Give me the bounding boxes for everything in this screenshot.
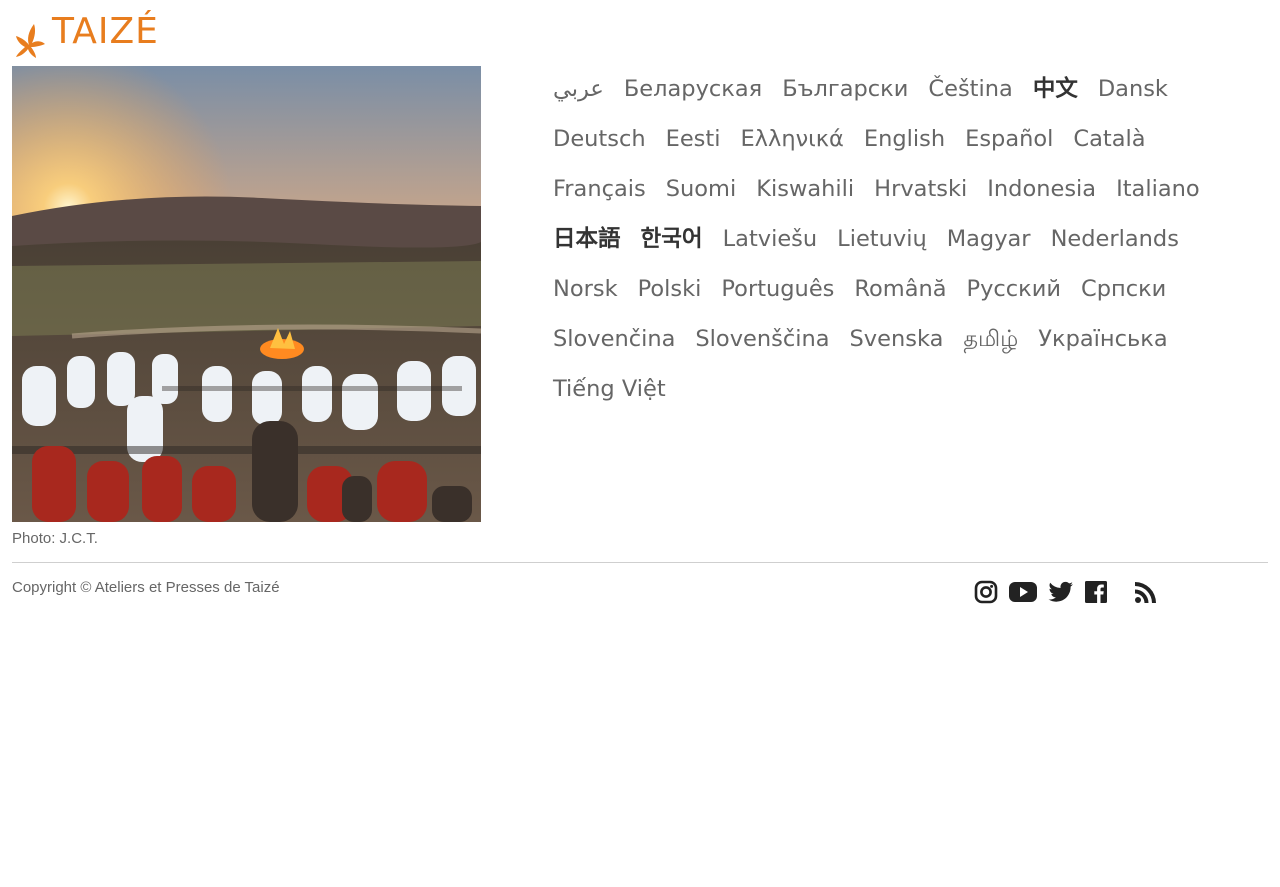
facebook-link[interactable]	[1084, 580, 1108, 604]
language-link[interactable]: Slovenčina	[553, 314, 675, 364]
language-link[interactable]: Română	[854, 264, 946, 314]
language-link[interactable]: Polski	[638, 264, 702, 314]
language-link[interactable]: Čeština	[928, 64, 1012, 114]
language-link[interactable]: Slovenščina	[695, 314, 829, 364]
language-link[interactable]: English	[864, 114, 945, 164]
taize-logo-link[interactable]: TAIZÉ	[12, 10, 159, 58]
social-links	[974, 580, 1168, 604]
language-link[interactable]: Nederlands	[1051, 214, 1179, 264]
rss-link[interactable]	[1134, 580, 1158, 604]
language-link[interactable]: Беларуская	[624, 64, 762, 114]
youtube-link[interactable]	[1008, 580, 1038, 604]
footer-divider	[12, 562, 1268, 563]
language-link[interactable]: Eesti	[666, 114, 721, 164]
language-list: عربي Беларуская Български Čeština 中文 Dan…	[553, 64, 1273, 414]
twitter-icon	[1048, 581, 1073, 602]
language-link[interactable]: Српски	[1081, 264, 1166, 314]
language-link[interactable]: Português	[721, 264, 834, 314]
language-link[interactable]: Deutsch	[553, 114, 646, 164]
language-link[interactable]: Български	[782, 64, 908, 114]
language-link[interactable]: Tiếng Việt	[553, 364, 666, 414]
language-link[interactable]: Norsk	[553, 264, 618, 314]
language-link[interactable]: தமிழ்	[963, 314, 1018, 364]
language-link[interactable]: Lietuvių	[837, 214, 927, 264]
language-link[interactable]: Hrvatski	[874, 164, 967, 214]
language-link[interactable]: Italiano	[1116, 164, 1200, 214]
language-link[interactable]: Indonesia	[987, 164, 1096, 214]
taize-cross-logo-icon	[16, 24, 45, 58]
sunset-prayer-photo	[12, 66, 481, 522]
youtube-icon	[1009, 582, 1037, 602]
language-link[interactable]: Suomi	[666, 164, 736, 214]
copyright-text: Copyright © Ateliers et Presses de Taizé	[12, 579, 280, 596]
language-link[interactable]: عربي	[553, 64, 604, 114]
facebook-icon	[1085, 581, 1107, 603]
language-link[interactable]: 한국어	[641, 214, 703, 264]
instagram-link[interactable]	[974, 580, 998, 604]
language-link[interactable]: Magyar	[947, 214, 1031, 264]
language-link[interactable]: Kiswahili	[756, 164, 854, 214]
language-link[interactable]: Français	[553, 164, 646, 214]
language-link[interactable]: Català	[1073, 114, 1145, 164]
photo-caption: Photo: J.C.T.	[12, 530, 98, 547]
language-link[interactable]: Русский	[967, 264, 1061, 314]
language-link[interactable]: 中文	[1033, 64, 1078, 114]
twitter-link[interactable]	[1048, 580, 1074, 604]
language-link[interactable]: Latviešu	[723, 214, 818, 264]
language-link[interactable]: 日本語	[553, 214, 621, 264]
rss-icon	[1135, 582, 1156, 603]
language-link[interactable]: Dansk	[1098, 64, 1168, 114]
language-link[interactable]: Ελληνικά	[740, 114, 843, 164]
language-link[interactable]: Svenska	[850, 314, 944, 364]
brand-name: TAIZÉ	[52, 11, 159, 52]
language-link[interactable]: Español	[965, 114, 1053, 164]
instagram-icon	[974, 580, 998, 604]
language-link[interactable]: Українська	[1038, 314, 1167, 364]
